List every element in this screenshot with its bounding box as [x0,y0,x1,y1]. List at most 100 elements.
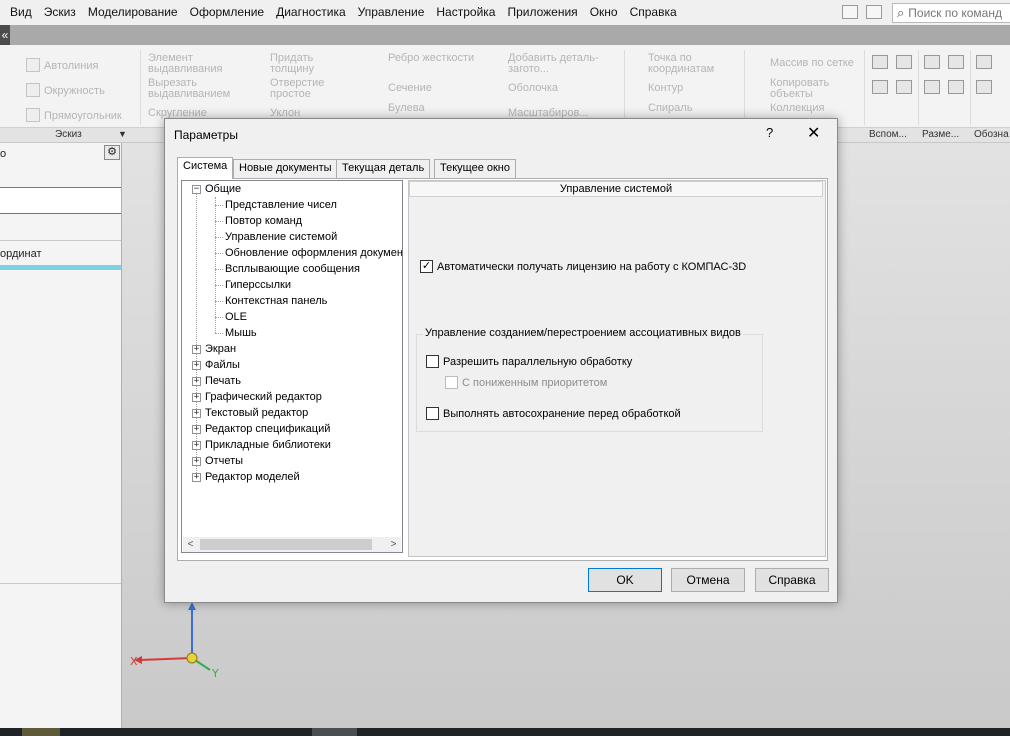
autosave-checkbox[interactable]: Выполнять автосохранение перед обработко… [426,407,681,420]
expand-icon[interactable]: + [192,377,201,386]
tree-node-graphic-editor[interactable]: Графический редактор [205,389,322,405]
ribbon-contour[interactable]: Контур [648,83,683,94]
menu-applications[interactable]: Приложения [501,0,583,25]
annotation-icon[interactable] [976,55,992,69]
menu-drafting[interactable]: Оформление [184,0,270,25]
ribbon-thicken[interactable]: Придать толщину [270,53,360,75]
tab-current-part[interactable]: Текущая деталь [336,159,431,178]
panel-input-field[interactable] [0,187,121,214]
expand-icon[interactable]: + [192,425,201,434]
expand-icon[interactable]: + [192,441,201,450]
ribbon-add-blank[interactable]: Добавить деталь-загото... [508,53,623,75]
ribbon-point-coords[interactable]: Точка по координатам [648,53,738,75]
ribbon-shell[interactable]: Оболочка [508,83,558,94]
tab-current-window[interactable]: Текущее окно [434,159,516,178]
menu-settings[interactable]: Настройка [430,0,501,25]
expand-icon[interactable]: + [192,393,201,402]
chevron-down-icon[interactable]: ▼ [118,129,127,139]
taskbar-item[interactable] [22,728,60,736]
collapse-icon[interactable]: − [192,185,201,194]
ribbon-collection[interactable]: Коллекция [770,103,824,114]
tree-node-reports[interactable]: Отчеты [205,453,243,469]
axis-icon[interactable] [872,80,888,94]
checkbox-unchecked-icon[interactable] [426,407,439,420]
diameter-dimension-icon[interactable] [948,80,964,94]
roughness-icon[interactable] [976,80,992,94]
help-button[interactable]: Справка [755,568,829,592]
scroll-right-icon[interactable]: > [386,537,401,552]
ribbon-simple-hole[interactable]: Отверстие простое [270,78,360,100]
tree-node-print[interactable]: Печать [205,373,241,389]
panel-item-coords[interactable]: ординат [0,248,42,260]
tree-node-mouse[interactable]: Мышь [225,325,257,341]
tree-node-spec-editor[interactable]: Редактор спецификаций [205,421,330,437]
close-document-icon[interactable]: « [0,25,10,45]
group-label-auxiliary[interactable]: Вспом... [869,129,907,140]
tree-node-general[interactable]: Общие [205,181,241,197]
menu-modeling[interactable]: Моделирование [82,0,184,25]
group-label-sketch[interactable]: Эскиз [55,129,82,140]
tree-node-screen[interactable]: Экран [205,341,236,357]
tree-node-ole[interactable]: OLE [225,309,247,325]
plane-icon[interactable] [896,55,912,69]
group-label-dimensions[interactable]: Разме... [922,129,959,140]
ribbon-rectangle[interactable]: Прямоугольник [26,108,122,122]
scrollbar-thumb[interactable] [200,539,372,550]
tree-node-hyperlinks[interactable]: Гиперссылки [225,277,291,293]
checkbox-checked-icon[interactable]: ✓ [420,260,433,273]
expand-icon[interactable]: + [192,473,201,482]
ribbon-rib[interactable]: Ребро жесткости [388,53,478,64]
ribbon-boolean[interactable]: Булева [388,103,425,114]
gear-icon[interactable]: ⚙ [104,145,120,160]
tree-node-context-panel[interactable]: Контекстная панель [225,293,327,309]
tree-node-update-drafting[interactable]: Обновление оформления документ [225,245,402,261]
ribbon-copy-objects[interactable]: Копировать объекты [770,78,860,100]
tree-node-popup-messages[interactable]: Всплывающие сообщения [225,261,360,277]
tree-node-text-editor[interactable]: Текстовый редактор [205,405,308,421]
license-checkbox[interactable]: ✓ Автоматически получать лицензию на раб… [420,260,746,273]
window-restore-icon[interactable] [842,5,858,19]
cancel-button[interactable]: Отмена [671,568,745,592]
window-maximize-icon[interactable] [866,5,882,19]
tree-node-model-editor[interactable]: Редактор моделей [205,469,300,485]
expand-icon[interactable]: + [192,457,201,466]
radial-dimension-icon[interactable] [924,80,940,94]
expand-icon[interactable]: + [192,409,201,418]
ribbon-spiral[interactable]: Спираль [648,103,692,114]
menu-management[interactable]: Управление [352,0,431,25]
group-label-annotations[interactable]: Обозна [974,129,1009,140]
tree-node-repeat-commands[interactable]: Повтор команд [225,213,302,229]
menu-sketch[interactable]: Эскиз [38,0,82,25]
parallel-processing-checkbox[interactable]: Разрешить параллельную обработку [426,355,632,368]
dimension-icon[interactable] [924,55,940,69]
ribbon-extrude[interactable]: Элемент выдавливания [148,53,258,75]
expand-icon[interactable]: + [192,361,201,370]
menu-view[interactable]: Вид [0,0,38,25]
checkbox-unchecked-icon[interactable] [426,355,439,368]
tree-node-system-control[interactable]: Управление системой [225,229,337,245]
menu-diagnostics[interactable]: Диагностика [270,0,352,25]
menu-help[interactable]: Справка [624,0,683,25]
tab-new-documents[interactable]: Новые документы [233,159,338,178]
scroll-left-icon[interactable]: < [183,537,198,552]
taskbar-item[interactable] [312,728,357,736]
close-icon[interactable]: ✕ [807,123,820,143]
ribbon-circle[interactable]: Окружность [26,83,105,97]
ribbon-grid-array[interactable]: Массив по сетке [770,58,854,69]
ribbon-section[interactable]: Сечение [388,83,432,94]
expand-icon[interactable]: + [192,345,201,354]
angular-dimension-icon[interactable] [948,55,964,69]
tab-system[interactable]: Система [177,157,234,179]
ok-button[interactable]: OK [588,568,662,592]
point-icon[interactable] [896,80,912,94]
tree-node-number-format[interactable]: Представление чисел [225,197,337,213]
ribbon-autoline[interactable]: Автолиния [26,58,98,72]
tree-node-files[interactable]: Файлы [205,357,240,373]
command-search-input[interactable]: ⌕ Поиск по команд [892,3,1010,23]
tree-node-app-libraries[interactable]: Прикладные библиотеки [205,437,331,453]
auxiliary-geometry-icon[interactable] [872,55,888,69]
menu-window[interactable]: Окно [584,0,624,25]
settings-tree[interactable]: − Общие Представление чисел Повтор коман… [181,180,403,553]
ribbon-cut-extrude[interactable]: Вырезать выдавливанием [148,78,258,100]
help-icon[interactable]: ? [766,125,773,140]
